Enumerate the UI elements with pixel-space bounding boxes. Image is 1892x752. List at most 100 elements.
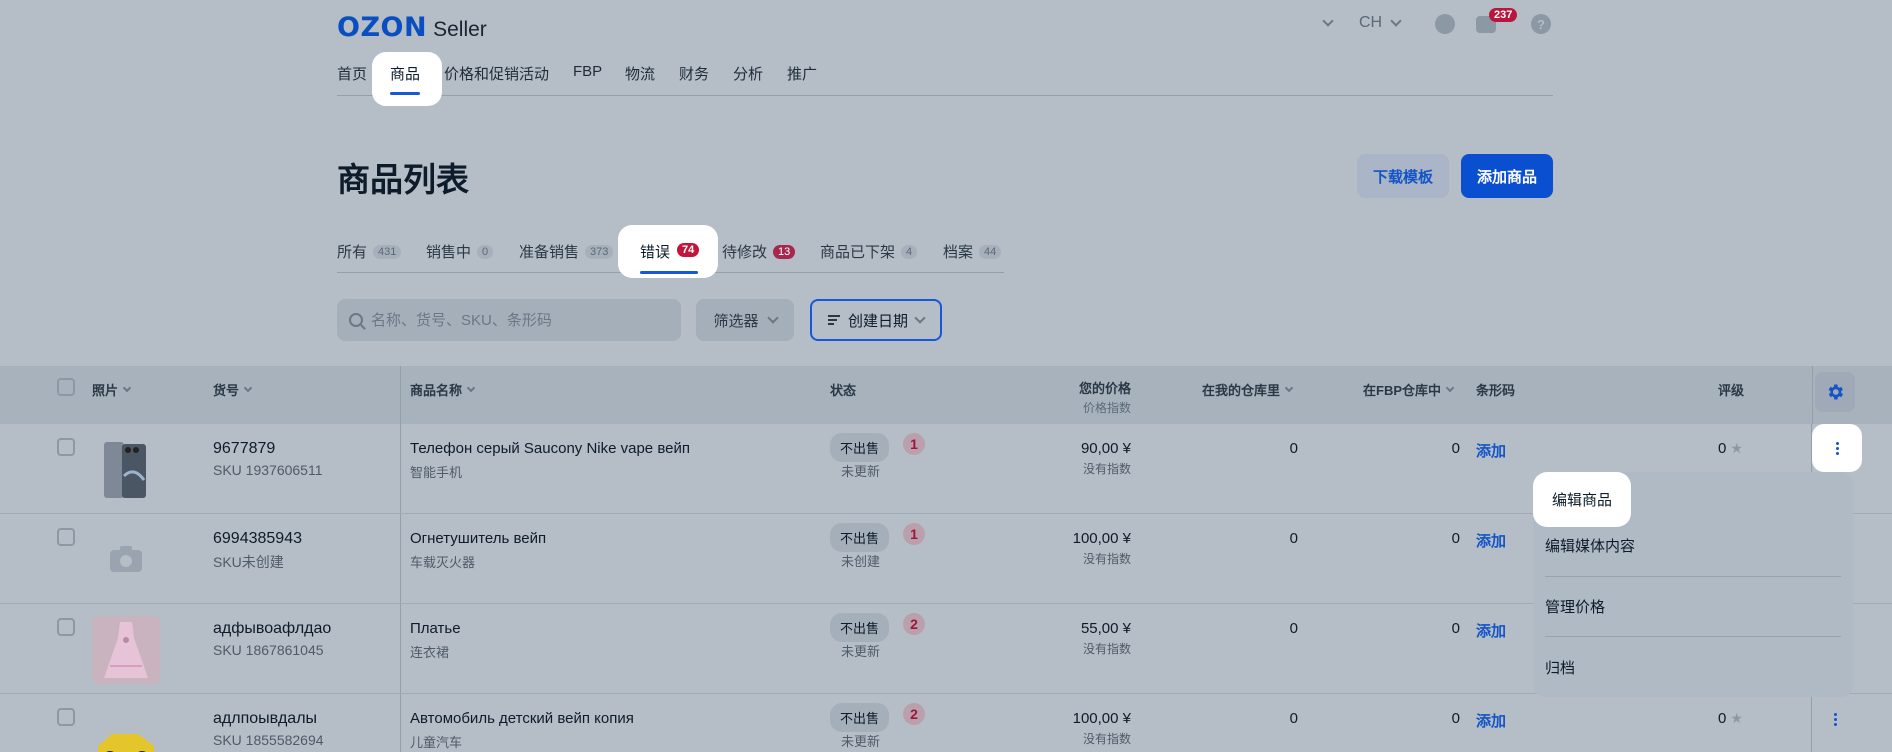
row-actions-button[interactable] [1812, 696, 1858, 742]
nav-item-home[interactable]: 首页 [337, 63, 367, 84]
col-fbp-stock[interactable]: 在FBP仓库中 [1363, 380, 1455, 399]
sort-label: 创建日期 [847, 312, 908, 330]
row-checkbox[interactable] [57, 438, 75, 456]
tab-label: 错误 [640, 244, 671, 261]
product-article[interactable]: 6994385943 [213, 530, 302, 548]
search-input[interactable] [371, 311, 671, 329]
filter-label: 筛选器 [713, 312, 759, 330]
product-name[interactable]: Платье [410, 620, 461, 637]
tab-removed[interactable]: 商品已下架 4 [820, 241, 918, 262]
tab-active-indicator [640, 271, 698, 274]
col-name[interactable]: 商品名称 [410, 380, 476, 399]
product-photo-car[interactable] [92, 706, 160, 752]
search-box [337, 299, 681, 341]
col-barcode: 条形码 [1476, 380, 1515, 399]
product-article[interactable]: адлпоывдалы [213, 710, 317, 728]
product-category: 连衣裙 [410, 645, 450, 660]
col-price[interactable]: 您的价格 价格指数 [1079, 378, 1131, 416]
language-selector[interactable]: CH [1359, 14, 1402, 32]
chevron-down-icon [1284, 383, 1294, 392]
select-all-checkbox[interactable] [57, 378, 75, 396]
error-count-badge[interactable]: 1 [903, 523, 925, 545]
col-my-stock[interactable]: 在我的仓库里 [1202, 380, 1294, 399]
my-stock: 0 [1289, 710, 1298, 727]
status-subtext: 未创建 [841, 554, 881, 569]
menu-item-archive[interactable]: 归档 [1545, 657, 1575, 678]
menu-item-edit-media[interactable]: 编辑媒体内容 [1545, 535, 1635, 556]
price[interactable]: 90,00 ¥ [1081, 440, 1131, 457]
menu-item-edit-product[interactable]: 编辑商品 [1533, 472, 1631, 527]
nav-item-products[interactable]: 商品 [372, 52, 442, 106]
logo-brand: OZON [337, 12, 428, 43]
product-name[interactable]: Автомобиль детский вейп копия [410, 710, 634, 727]
account-dropdown-chevron-icon[interactable] [1322, 15, 1334, 27]
help-icon[interactable]: ? [1531, 14, 1551, 34]
add-barcode-link[interactable]: 添加 [1476, 710, 1506, 731]
add-barcode-link[interactable]: 添加 [1476, 530, 1506, 551]
status-badge: 不出售 [830, 703, 890, 732]
error-count-badge[interactable]: 2 [903, 703, 925, 725]
product-article[interactable]: адфывоафлдао [213, 620, 331, 638]
price[interactable]: 55,00 ¥ [1081, 620, 1131, 637]
nav-item-fbp[interactable]: FBP [573, 63, 602, 80]
row-checkbox[interactable] [57, 618, 75, 636]
ozon-seller-logo[interactable]: OZON Seller [337, 12, 487, 43]
nav-item-analytics[interactable]: 分析 [733, 63, 763, 84]
price[interactable]: 100,00 ¥ [1073, 530, 1131, 547]
kebab-menu-icon [1833, 712, 1837, 726]
tab-count: 431 [373, 244, 402, 259]
status-subtext: 未更新 [841, 464, 881, 479]
nav-item-finance[interactable]: 财务 [679, 63, 709, 84]
error-count-badge[interactable]: 1 [903, 433, 925, 455]
column-settings-button[interactable] [1815, 372, 1855, 412]
tab-archive[interactable]: 档案 44 [943, 241, 1002, 262]
sort-icon [827, 315, 840, 325]
tab-to-fix[interactable]: 待修改 13 [722, 241, 796, 262]
product-article[interactable]: 9677879 [213, 440, 275, 458]
menu-item-manage-price[interactable]: 管理价格 [1545, 596, 1605, 617]
product-sku: SKU 1867861045 [213, 642, 324, 658]
nav-item-promotion[interactable]: 推广 [787, 63, 817, 84]
price-index: 没有指数 [1082, 732, 1131, 746]
price[interactable]: 100,00 ¥ [1073, 710, 1131, 727]
tab-on-sale[interactable]: 销售中 0 [426, 241, 494, 262]
col-status-label: 状态 [830, 383, 857, 398]
product-name[interactable]: Телефон серый Saucony Nike vape вейп [410, 440, 690, 457]
profile-icon[interactable] [1435, 14, 1455, 34]
col-photo[interactable]: 照片 [92, 380, 132, 399]
error-count-badge[interactable]: 2 [903, 613, 925, 635]
tab-errors[interactable]: 错误 74 [618, 225, 718, 278]
tab-count: 13 [773, 244, 796, 259]
status-badge: 不出售 [830, 433, 890, 462]
help-glyph: ? [1537, 16, 1545, 32]
tab-all[interactable]: 所有 431 [337, 241, 402, 262]
product-photo-phone[interactable] [92, 436, 160, 504]
notifications-badge: 237 [1489, 8, 1518, 22]
product-photo-dress[interactable] [92, 616, 160, 684]
nav-item-products-label: 商品 [390, 66, 421, 83]
sort-by-date-button[interactable]: 创建日期 [810, 299, 942, 341]
toy-car-image [98, 734, 154, 752]
row-actions-button[interactable] [1812, 424, 1862, 472]
tab-label: 销售中 [426, 244, 472, 261]
chevron-down-icon [466, 383, 476, 392]
product-sku: SKU 1937606511 [213, 462, 323, 478]
add-product-button[interactable]: 添加商品 [1461, 154, 1553, 198]
col-article[interactable]: 货号 [213, 380, 253, 399]
add-barcode-link[interactable]: 添加 [1476, 440, 1506, 461]
filter-button[interactable]: 筛选器 [696, 299, 794, 341]
product-sku: SKU未创建 [213, 554, 284, 570]
add-barcode-link[interactable]: 添加 [1476, 620, 1506, 641]
row-checkbox[interactable] [57, 708, 75, 726]
row-checkbox[interactable] [57, 528, 75, 546]
fbp-stock: 0 [1451, 620, 1460, 637]
tab-ready[interactable]: 准备销售 373 [519, 241, 614, 262]
product-photo-placeholder[interactable] [92, 526, 160, 594]
nav-item-logistics[interactable]: 物流 [625, 63, 655, 84]
table-row[interactable]: адлпоывдалы SKU 1855582694 Автомобиль де… [0, 694, 1892, 752]
nav-active-indicator [390, 92, 420, 95]
nav-item-pricing[interactable]: 价格和促销活动 [444, 63, 549, 84]
col-rating[interactable]: 评级 [1718, 380, 1744, 399]
product-name[interactable]: Огнетушитель вейп [410, 530, 546, 547]
download-template-button[interactable]: 下载模板 [1357, 154, 1449, 198]
